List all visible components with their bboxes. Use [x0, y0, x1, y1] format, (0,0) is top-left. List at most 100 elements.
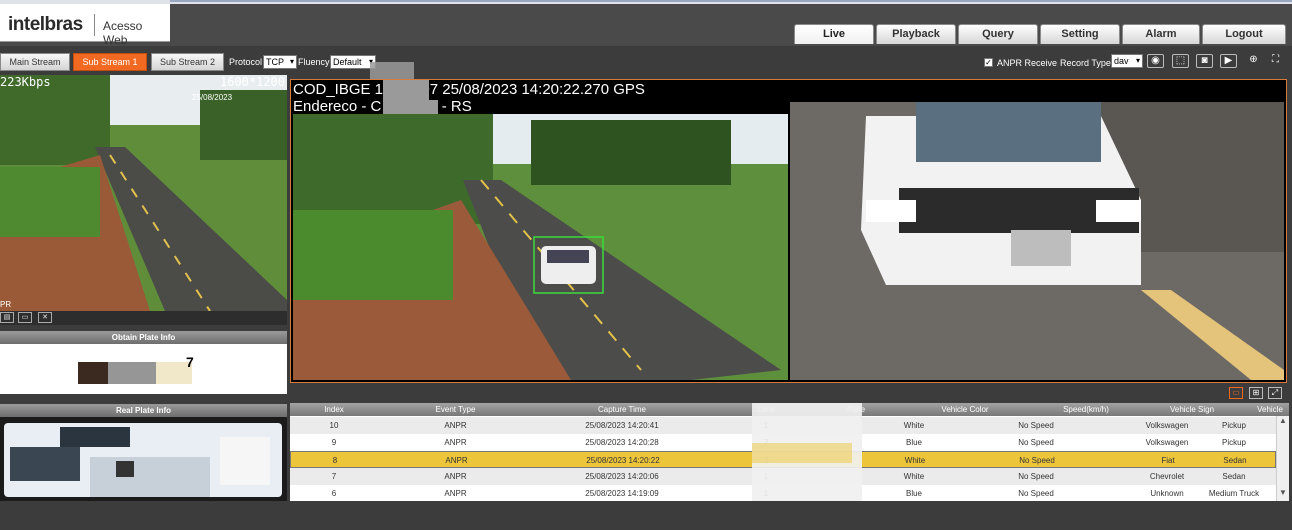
cell-type: Medium Truck	[1208, 489, 1260, 498]
cell-event: ANPR	[444, 421, 467, 430]
cell-index: 8	[332, 456, 338, 465]
single-view-icon[interactable]: ▭	[1229, 387, 1243, 399]
logo-divider	[94, 14, 95, 36]
cell-index: 6	[331, 489, 337, 498]
protocol-select[interactable]: TCP ▾	[263, 55, 297, 69]
col-event-type: Event Type	[435, 405, 476, 414]
overlay-date: 25/08/2023	[192, 93, 233, 102]
chevron-down-icon: ▾	[289, 57, 294, 66]
cell-color: Blue	[905, 438, 922, 447]
corner-text: PR	[0, 300, 12, 309]
cell-type: Sedan	[1223, 456, 1247, 465]
tab-setting[interactable]: Setting	[1040, 24, 1120, 44]
app-window: intelbras Acesso Web Live Playback Query…	[0, 0, 1292, 530]
record-type-label: Record Type	[1060, 58, 1111, 68]
scroll-up-icon[interactable]: ▲	[1277, 416, 1289, 428]
cell-event: ANPR	[444, 438, 467, 447]
col-index: Index	[324, 405, 344, 414]
snapshot-icon[interactable]: ◙	[1196, 54, 1213, 68]
resolution-readout: 1600*1200	[219, 75, 285, 89]
video-camera-icon[interactable]: ▶	[1220, 54, 1237, 68]
col-vehicle-type: Vehicle Type	[1257, 405, 1283, 427]
cell-time: 25/08/2023 14:20:28	[585, 438, 659, 447]
cell-color: White	[903, 421, 925, 430]
stream-info-icon[interactable]: ▤	[0, 312, 14, 323]
col-vehicle-color: Vehicle Color	[941, 405, 989, 414]
logo: intelbras Acesso Web	[0, 4, 170, 47]
cell-speed: No Speed	[1019, 456, 1055, 465]
cell-index: 7	[331, 472, 337, 481]
sub-stream-2-button[interactable]: Sub Stream 2	[151, 53, 224, 71]
bitrate-readout: 223Kbps	[0, 75, 51, 89]
cell-time: 25/08/2023 14:20:22	[586, 456, 660, 465]
expand-icon[interactable]: ✕	[38, 312, 52, 323]
cell-type: Pickup	[1221, 421, 1246, 430]
main-stream-button[interactable]: Main Stream	[0, 53, 70, 71]
cell-color: White	[903, 472, 925, 481]
product-name: Acesso Web	[103, 19, 143, 47]
cell-index: 10	[329, 421, 339, 430]
region-icon[interactable]: ⬚	[1172, 54, 1189, 68]
cell-event: ANPR	[444, 472, 467, 481]
record-type-value: dav	[1114, 56, 1129, 66]
cell-color: Blue	[905, 489, 922, 498]
blur-redaction	[752, 443, 852, 463]
main-scene	[291, 80, 1286, 382]
cell-event: ANPR	[444, 489, 467, 498]
overlay-line-1-mid: 07 25/08/2023 14:20:22.270 GPS	[421, 81, 645, 98]
brand-name: intelbras	[8, 14, 83, 35]
zoom-icon[interactable]: ⊕	[1245, 54, 1262, 68]
anpr-receive-label: ANPR Receive	[997, 58, 1058, 68]
plate-crop	[78, 362, 108, 384]
live-video-thumbnail[interactable]	[0, 75, 287, 311]
cell-time: 25/08/2023 14:20:41	[585, 421, 659, 430]
live-scene	[0, 75, 287, 311]
tab-alarm[interactable]: Alarm	[1122, 24, 1200, 44]
cell-type: Pickup	[1221, 438, 1246, 447]
scroll-down-icon[interactable]: ▼	[1277, 488, 1289, 500]
tab-live[interactable]: Live	[794, 24, 874, 44]
overlay-line-2-left: Endereco - C	[293, 98, 382, 115]
overlay-line-1-left: COD_IBGE 1	[293, 81, 384, 98]
protocol-value: TCP	[266, 57, 284, 67]
blur-redaction	[383, 80, 429, 114]
cell-time: 25/08/2023 14:20:06	[585, 472, 659, 481]
tab-query[interactable]: Query	[958, 24, 1038, 44]
blur-redaction	[108, 362, 156, 384]
stream-info-bar: 223Kbps 1600*1200	[0, 75, 287, 91]
fullscreen-view-icon[interactable]: ⤢	[1268, 387, 1282, 399]
footer-area	[0, 501, 1292, 530]
window-icon[interactable]: ▭	[18, 312, 32, 323]
overlay-line-2-right: - RS	[441, 98, 472, 115]
fluency-value: Default	[333, 57, 362, 67]
col-speed: Speed(km/h)	[1063, 405, 1109, 414]
protocol-label: Protocol	[229, 57, 263, 67]
anpr-receive-checkbox[interactable]: ✓	[984, 58, 993, 67]
fluency-label: Fluency	[298, 57, 330, 67]
event-table: Index Event Type Capture Time Lane Plate…	[290, 403, 1289, 501]
record-type-select[interactable]: dav ▾	[1111, 54, 1143, 68]
tab-playback[interactable]: Playback	[876, 24, 956, 44]
cell-time: 25/08/2023 14:19:09	[585, 489, 659, 498]
obtain-plate-header: Obtain Plate Info	[0, 331, 287, 344]
table-scrollbar[interactable]: ▲ ▼	[1276, 416, 1289, 501]
top-accent-line	[170, 0, 1292, 2]
real-plate-image	[0, 417, 287, 501]
tab-logout[interactable]: Logout	[1202, 24, 1286, 44]
chevron-down-icon: ▾	[1135, 56, 1140, 65]
main-video-view[interactable]	[290, 79, 1287, 383]
real-plate-panel	[0, 417, 287, 501]
cell-index: 9	[331, 438, 337, 447]
col-capture-time: Capture Time	[597, 405, 647, 414]
cell-color: White	[904, 456, 926, 465]
split-view-icon[interactable]: ⊞	[1249, 387, 1263, 399]
record-icon[interactable]: ◉	[1147, 54, 1164, 68]
sub-stream-1-button[interactable]: Sub Stream 1	[73, 53, 147, 71]
col-vehicle-sign: Vehicle Sign	[1169, 405, 1215, 414]
cell-type: Sedan	[1222, 472, 1246, 481]
cell-speed: No Speed	[1018, 489, 1054, 498]
real-plate-header: Real Plate Info	[0, 404, 287, 417]
cell-speed: No Speed	[1018, 438, 1054, 447]
cell-speed: No Speed	[1018, 421, 1054, 430]
fullscreen-icon[interactable]: ⛶	[1267, 54, 1284, 68]
